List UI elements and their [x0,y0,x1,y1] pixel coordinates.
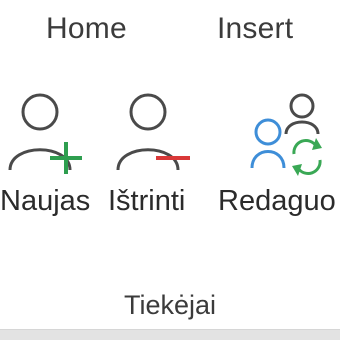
sync-users-icon [250,93,322,176]
tab-home[interactable]: Home [46,12,127,46]
group-label: Tiekėjai [123,290,217,320]
tab-insert[interactable]: Insert [217,12,293,46]
ribbon-bottom-bar [0,329,340,340]
ribbon: Home Insert Naujas Ištrinti Redaguo Tiek… [0,0,340,340]
delete-supplier-label: Ištrinti [108,185,186,217]
remove-user-icon [116,93,190,171]
new-supplier-button[interactable]: Naujas [0,88,100,228]
edit-supplier-label: Redaguo [218,185,336,217]
new-supplier-label: Naujas [0,185,91,217]
edit-supplier-button[interactable]: Redaguo [216,88,340,228]
delete-supplier-button[interactable]: Ištrinti [106,88,212,228]
add-user-icon [8,93,82,174]
